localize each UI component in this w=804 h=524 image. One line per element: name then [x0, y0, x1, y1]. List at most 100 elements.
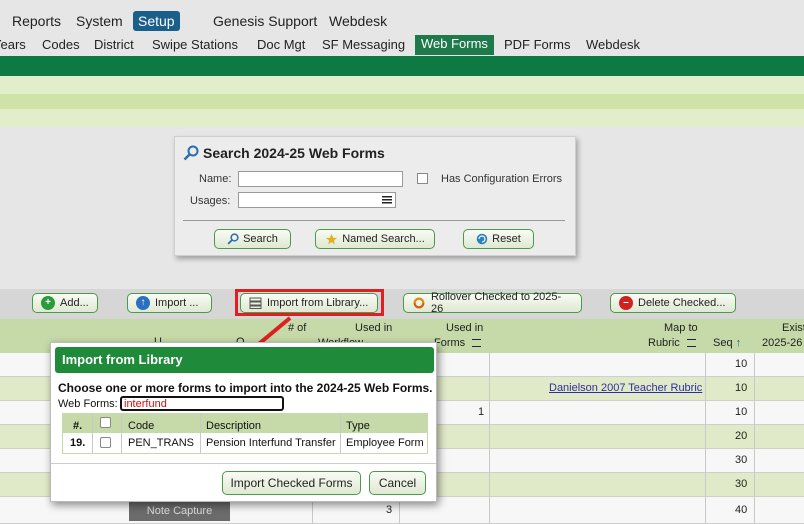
import-checked-forms-button[interactable]: Import Checked Forms — [222, 471, 361, 495]
import-button-label: Import ... — [155, 297, 199, 309]
search-panel: Search 2024-25 Web Forms Name: Has Confi… — [174, 136, 576, 256]
seq-cell: 40 — [735, 504, 748, 516]
col-header-forms[interactable]: Forms — [434, 336, 482, 351]
highlight-box — [235, 289, 384, 316]
setup-tabs: Years Codes District Swipe Stations Doc … — [0, 35, 804, 56]
library-row[interactable]: 19. PEN_TRANS Pension Interfund Transfer… — [63, 433, 427, 453]
cancel-button[interactable]: Cancel — [369, 471, 426, 495]
col-header-used-in-2: Used in — [446, 322, 484, 334]
row-num: 19. — [70, 437, 86, 449]
column-divider — [121, 414, 122, 453]
menu-webdesk[interactable]: Webdesk — [324, 11, 392, 31]
tab-codes[interactable]: Codes — [42, 37, 80, 52]
magic-wand-icon — [326, 233, 338, 244]
col-header-exist: Exist — [782, 322, 804, 334]
menu-setup[interactable]: Setup — [133, 11, 180, 31]
column-divider — [754, 353, 755, 524]
delete-checked-button[interactable]: – Delete Checked... — [610, 293, 736, 313]
column-divider — [200, 414, 201, 453]
stripe-band — [0, 76, 804, 94]
rubric-link[interactable]: Danielson 2007 Teacher Rubric — [549, 382, 702, 394]
tab-district[interactable]: District — [94, 37, 134, 52]
column-divider — [92, 414, 93, 453]
seq-cell: 10 — [735, 406, 748, 418]
action-bar: + Add... ↑ Import ... Import from Librar… — [0, 289, 804, 319]
filter-icon — [686, 339, 696, 347]
col-header-map-to: Map to — [664, 322, 698, 334]
sort-up-icon: ↑ — [735, 337, 742, 349]
config-errors-label: Has Configuration Errors — [441, 173, 563, 185]
header-num: #. — [73, 420, 83, 432]
col-header-rubric[interactable]: Rubric — [648, 336, 696, 351]
row-checkbox[interactable] — [100, 437, 111, 448]
reset-button[interactable]: Reset — [463, 229, 534, 249]
web-forms-filter-label: Web Forms: — [58, 398, 118, 410]
menu-system[interactable]: System — [71, 11, 128, 31]
tab-pdf-forms[interactable]: PDF Forms — [504, 37, 570, 52]
menu-reports[interactable]: Reports — [7, 11, 66, 31]
filter-icon — [472, 339, 482, 347]
seq-cell: 20 — [735, 430, 748, 442]
import-library-dialog: Import from Library Choose one or more f… — [50, 342, 437, 502]
column-divider — [489, 353, 490, 524]
rollover-icon — [413, 297, 425, 309]
row-code: PEN_TRANS — [128, 437, 195, 449]
col-header-used-in: Used in — [355, 322, 393, 334]
add-button[interactable]: + Add... — [32, 293, 98, 313]
tab-swipe-stations[interactable]: Swipe Stations — [152, 37, 238, 52]
web-forms-filter-input[interactable] — [120, 396, 284, 411]
arrow-up-icon: ↑ — [136, 296, 150, 310]
row-description: Pension Interfund Transfer — [206, 437, 336, 449]
tab-doc-mgt[interactable]: Doc Mgt — [257, 37, 305, 52]
divider — [183, 220, 565, 221]
note-capture-cell: Note Capture — [129, 501, 230, 521]
top-menu: Reports System Setup Genesis Support Web… — [0, 10, 804, 34]
dialog-prompt: Choose one or more forms to import into … — [58, 381, 433, 395]
tab-sf-messaging[interactable]: SF Messaging — [322, 37, 405, 52]
row-type: Employee Form — [346, 437, 424, 449]
column-divider — [705, 353, 706, 524]
list-icon — [382, 196, 392, 204]
stripe-band — [0, 109, 804, 127]
stripe-band — [0, 94, 804, 109]
delete-checked-label: Delete Checked... — [638, 297, 726, 309]
usages-select[interactable] — [238, 192, 396, 208]
search-title-text: Search 2024-25 Web Forms — [203, 145, 385, 161]
col-header-seq[interactable]: Seq ↑ — [713, 336, 741, 351]
seq-cell: 30 — [735, 454, 748, 466]
plus-icon: + — [41, 296, 55, 310]
seq-cell: 30 — [735, 478, 748, 490]
search-button[interactable]: Search — [214, 229, 291, 249]
col-header-2025-26: 2025-26 — [762, 337, 803, 349]
tab-webdesk[interactable]: Webdesk — [586, 37, 640, 52]
minus-icon: – — [619, 296, 633, 310]
seq-cell: 10 — [735, 358, 748, 370]
column-divider — [340, 414, 341, 453]
forms-label: Forms — [434, 337, 466, 349]
col-header-num-of: # of — [288, 322, 307, 334]
import-button[interactable]: ↑ Import ... — [127, 293, 212, 313]
name-input[interactable] — [238, 171, 403, 187]
workflow-cell: 3 — [386, 504, 393, 516]
seq-cell: 10 — [735, 382, 748, 394]
add-button-label: Add... — [60, 297, 89, 309]
header-code: Code — [128, 420, 155, 432]
reset-button-label: Reset — [492, 233, 521, 245]
menu-genesis-support[interactable]: Genesis Support — [208, 11, 322, 31]
refresh-icon — [476, 233, 488, 245]
used-in-forms-cell: 1 — [478, 406, 485, 418]
rollover-label: Rollover Checked to 2025-26 — [430, 291, 562, 315]
usages-label: Usages: — [190, 195, 231, 207]
header-band — [0, 56, 804, 76]
rollover-button[interactable]: Rollover Checked to 2025-26 — [403, 291, 582, 315]
tab-web-forms[interactable]: Web Forms — [415, 35, 494, 55]
select-all-checkbox[interactable] — [100, 417, 111, 428]
tab-years[interactable]: Years — [0, 37, 26, 52]
magnifier-icon — [183, 145, 199, 161]
seq-label: Seq — [713, 337, 733, 349]
dialog-title: Import from Library — [55, 347, 434, 373]
dialog-divider — [51, 463, 436, 464]
config-errors-checkbox[interactable] — [417, 173, 428, 184]
named-search-button[interactable]: Named Search... — [315, 229, 435, 249]
header-type: Type — [346, 420, 370, 432]
